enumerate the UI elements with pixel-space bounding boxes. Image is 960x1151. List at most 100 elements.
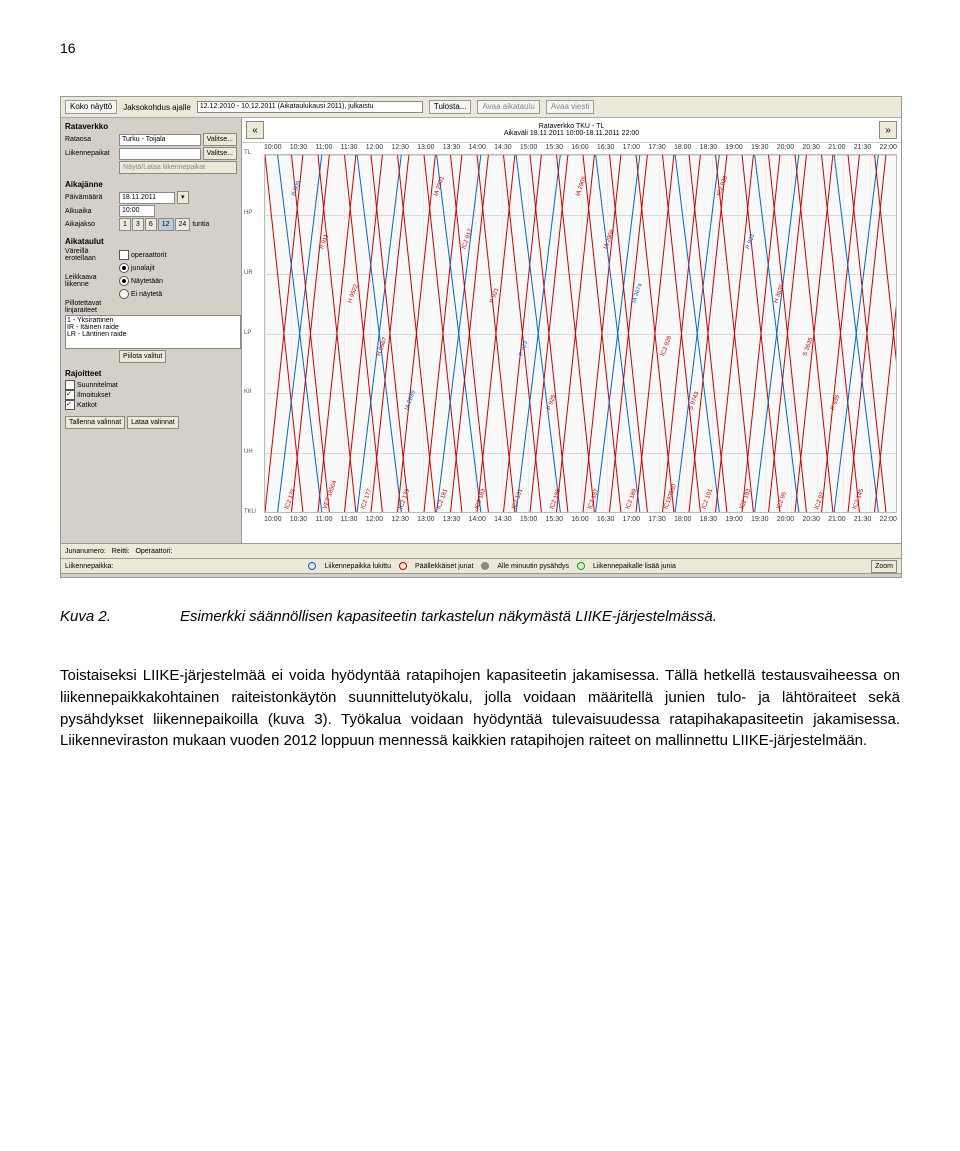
paivamaara-input[interactable]: 18.11.2011 <box>119 192 175 204</box>
tab-aikataulut[interactable]: Aikataulut <box>65 577 116 579</box>
calendar-icon[interactable]: ▾ <box>177 191 189 204</box>
time-axis-top: 10:0010:3011:0011:3012:0012:3013:0013:30… <box>264 144 897 151</box>
time-tick: 20:00 <box>777 516 795 523</box>
station-label: KII <box>244 389 251 395</box>
time-tick: 19:30 <box>751 144 769 151</box>
station-label: LP <box>244 330 251 336</box>
time-tick: 10:00 <box>264 144 282 151</box>
period-label: Jaksokohdus ajalle <box>123 103 191 112</box>
time-tick: 16:30 <box>597 144 615 151</box>
rataosa-input[interactable]: Turku - Toijala <box>119 134 201 146</box>
time-tick: 13:00 <box>417 516 435 523</box>
aikajakso-option-24[interactable]: 24 <box>175 218 191 231</box>
time-tick: 20:30 <box>802 516 820 523</box>
time-tick: 21:00 <box>828 516 846 523</box>
operaattorit-checkbox[interactable] <box>119 250 129 260</box>
ei-nayteta-label: Ei näytetä <box>131 291 162 298</box>
zoom-button[interactable]: Zoom <box>871 560 897 573</box>
time-tick: 19:30 <box>751 516 769 523</box>
station-label: TKU <box>244 509 256 515</box>
time-tick: 12:00 <box>366 144 384 151</box>
time-tick: 18:00 <box>674 516 692 523</box>
station-label: UH <box>244 449 253 455</box>
figure-caption: Kuva 2. Esimerkki säännöllisen kapasitee… <box>60 608 900 625</box>
paivamaara-label: Päivämäärä <box>65 194 117 201</box>
hdr-rataverkko-value: TKU - TL <box>576 123 604 130</box>
rataverkko-title: Rataverkko <box>65 122 237 131</box>
hdr-aikavali-value: 18.11.2011 10:00-18.11.2011 22:00 <box>530 130 639 137</box>
time-tick: 11:00 <box>315 516 332 523</box>
katkot-checkbox[interactable] <box>65 400 75 410</box>
aikajakso-option-3[interactable]: 3 <box>132 218 144 231</box>
aikataulut-title: Aikataulut <box>65 237 237 246</box>
ilmoitukset-label: Ilmoitukset <box>77 392 110 399</box>
aikajakso-option-6[interactable]: 6 <box>145 218 157 231</box>
piilota-button[interactable]: Piilota valitut <box>119 350 166 363</box>
time-tick: 18:00 <box>674 144 692 151</box>
scroll-right-button[interactable]: » <box>879 121 897 139</box>
time-tick: 17:30 <box>648 516 666 523</box>
station-label: HP <box>244 210 252 216</box>
bottom-tabs-1: Aikataulut Graafinen aikataulu Raiteisto… <box>61 573 901 578</box>
chart-panel: « Rataverkko TKU - TL Aikaväli 18.11.201… <box>242 118 901 543</box>
ilmoitukset-checkbox[interactable] <box>65 390 75 400</box>
time-tick: 21:00 <box>828 144 846 151</box>
train-graph[interactable]: IC2 175VET 18504IC2 177IC2 179IC2 181IC2… <box>264 154 897 513</box>
time-tick: 16:00 <box>571 516 589 523</box>
suunnitelmat-checkbox[interactable] <box>65 380 75 390</box>
time-tick: 16:00 <box>571 144 589 151</box>
time-tick: 13:00 <box>417 144 435 151</box>
caption-label: Kuva 2. <box>60 608 180 625</box>
time-axis-bottom: 10:0010:3011:0011:3012:0012:3013:0013:30… <box>264 516 897 523</box>
time-tick: 22:00 <box>879 144 897 151</box>
liikennepaikat-input[interactable] <box>119 148 201 160</box>
tab-raiteisto[interactable]: Raiteistonkäyttökaavio <box>208 577 298 579</box>
liikennepaikka-info: Liikennepaikka: <box>65 563 113 570</box>
legend3: Alle minuutin pysähdys <box>497 563 569 570</box>
legend4: Liikennepaikalle lisää junia <box>593 563 676 570</box>
time-tick: 14:00 <box>468 144 486 151</box>
alkuaika-input[interactable]: 10:00 <box>119 205 155 217</box>
pillote-listbox[interactable]: 1 - Yksirattinen IR - Itäinen raide LR -… <box>65 315 241 349</box>
main-area: Rataverkko Rataosa Turku - Toijala Valit… <box>61 118 901 543</box>
tab-graafinen[interactable]: Graafinen aikataulu <box>122 577 203 579</box>
operaattorit-label: operaattorit <box>131 252 166 259</box>
junalajit-radio[interactable] <box>119 263 129 273</box>
caption-text: Esimerkki säännöllisen kapasiteetin tark… <box>180 608 900 625</box>
valitse-button-1[interactable]: Valitse... <box>203 133 237 146</box>
valitse-button-2[interactable]: Valitse... <box>203 147 237 160</box>
open-message-button: Avaa viesti <box>546 100 595 114</box>
aikajakso-option-12[interactable]: 12 <box>158 218 174 231</box>
vareilla-label: Väreillä erotellaan <box>65 248 117 262</box>
tallenna-button[interactable]: Tallenna valinnat <box>65 416 125 429</box>
ei-nayteta-radio[interactable] <box>119 289 129 299</box>
scroll-left-button[interactable]: « <box>246 121 264 139</box>
lataa-button[interactable]: Lataa valinnat <box>127 416 179 429</box>
junalajit-label: junalajit <box>131 265 155 272</box>
legend-dot-1 <box>308 562 316 570</box>
time-tick: 15:30 <box>546 516 564 523</box>
legend-dot-3 <box>481 562 489 570</box>
tuntia-label: tuntia <box>192 221 209 228</box>
time-tick: 15:00 <box>520 144 538 151</box>
time-tick: 17:00 <box>623 144 641 151</box>
full-screen-button[interactable]: Koko näyttö <box>65 100 117 114</box>
aikajakso-option-1[interactable]: 1 <box>119 218 131 231</box>
naytetaan-radio[interactable] <box>119 276 129 286</box>
print-button[interactable]: Tulosta... <box>429 100 472 114</box>
time-tick: 18:30 <box>700 516 718 523</box>
app-screenshot: Koko näyttö Jaksokohdus ajalle 12.12.201… <box>60 96 902 578</box>
legend1: Liikennepaikka lukittu <box>324 563 391 570</box>
operaattori-label: Operaattori: <box>135 548 172 555</box>
reitti-label: Reitti: <box>112 548 130 555</box>
time-tick: 17:30 <box>648 144 666 151</box>
time-tick: 21:30 <box>854 144 872 151</box>
station-labels: TLHPURLPKIIUHTKU <box>244 154 262 513</box>
time-tick: 21:30 <box>854 516 872 523</box>
time-tick: 20:00 <box>777 144 795 151</box>
rataosa-label: Rataosa <box>65 136 117 143</box>
info-row: Junanumero: Reitti: Operaattori: <box>61 543 901 558</box>
time-tick: 18:30 <box>700 144 718 151</box>
katkot-label: Katkot <box>77 402 97 409</box>
junanumero-label: Junanumero: <box>65 548 106 555</box>
